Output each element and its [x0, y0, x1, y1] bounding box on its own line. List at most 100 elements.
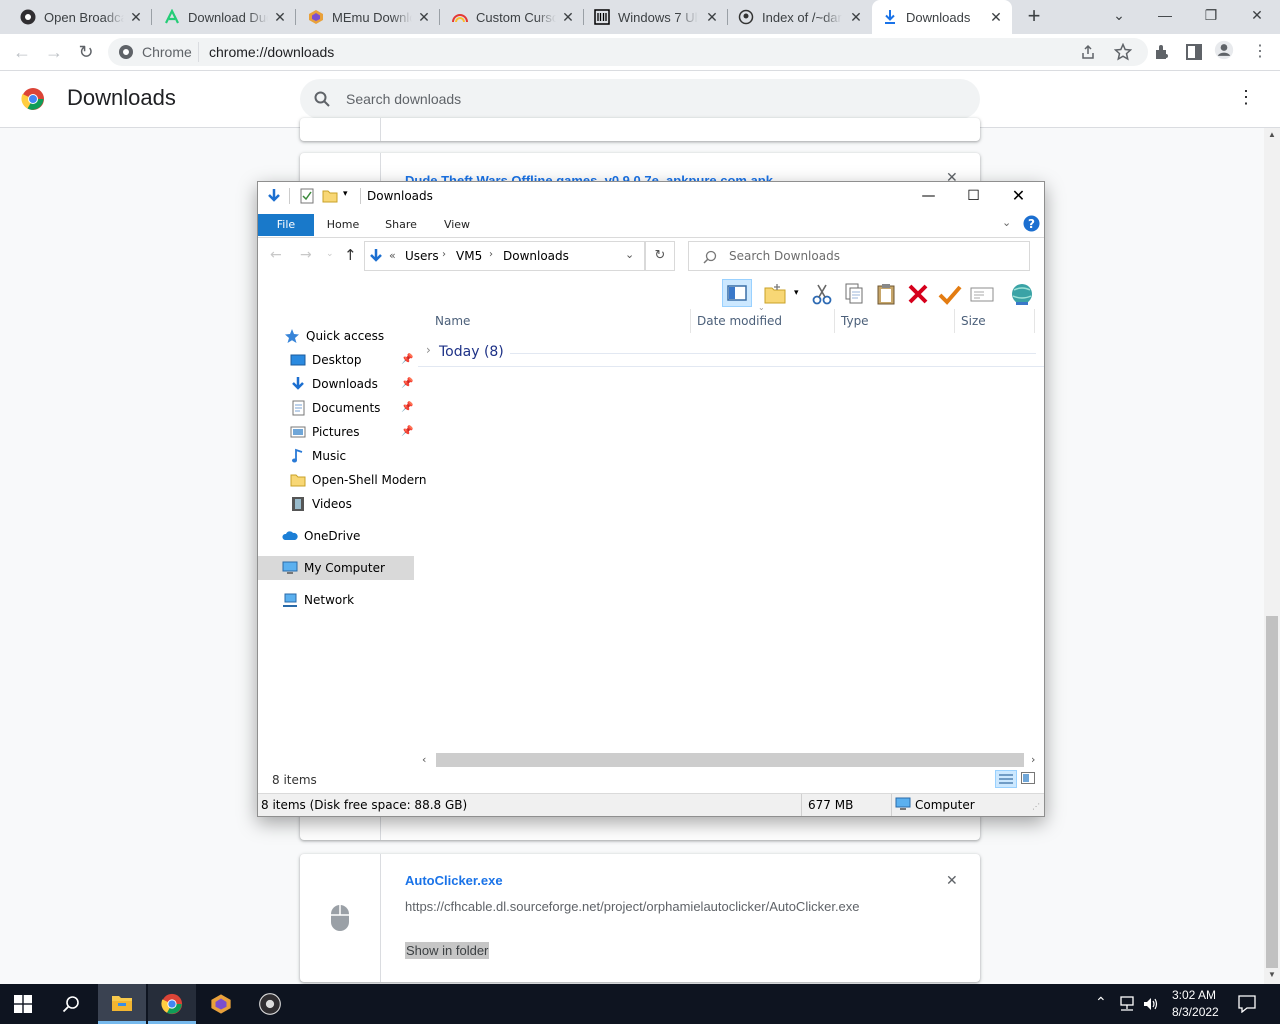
scroll-left-arrow[interactable]: ‹: [422, 753, 426, 766]
more-actions-icon[interactable]: ⋮: [1236, 87, 1256, 111]
new-folder-icon[interactable]: [763, 282, 787, 306]
clock-date[interactable]: 8/3/2022: [1172, 1005, 1219, 1019]
nav-quick-access[interactable]: Quick access: [284, 325, 384, 347]
large-icons-view-icon[interactable]: [1021, 772, 1035, 784]
address-bar[interactable]: « Users › VM5 › Downloads ⌄: [364, 241, 645, 271]
close-tab-icon[interactable]: ✕: [988, 9, 1004, 25]
scrollbar-thumb[interactable]: [1266, 616, 1278, 968]
column-date-modified[interactable]: Date modified: [691, 309, 835, 333]
remove-icon[interactable]: ✕: [946, 872, 958, 889]
show-in-folder-link[interactable]: Show in folder: [405, 942, 490, 959]
tab-obs[interactable]: Open Broadcas ✕: [0, 0, 152, 34]
tab-search-icon[interactable]: ⌄: [1096, 0, 1142, 30]
recent-locations-icon[interactable]: ⌄: [326, 249, 334, 259]
group-expand-icon[interactable]: ›: [426, 343, 431, 357]
back-button[interactable]: ←: [10, 40, 34, 64]
close-button[interactable]: ✕: [996, 182, 1041, 210]
taskbar-chrome[interactable]: [148, 984, 196, 1024]
up-arrow-icon[interactable]: ↑: [344, 246, 357, 264]
tab-index[interactable]: Index of /~dar ✕: [728, 0, 872, 34]
breadcrumb-users[interactable]: Users: [405, 249, 439, 263]
nav-open-shell[interactable]: Open-Shell Modern: [290, 469, 427, 491]
download-arrow-icon[interactable]: [266, 188, 282, 204]
new-folder-icon[interactable]: [322, 188, 338, 204]
nav-downloads[interactable]: Downloads: [290, 373, 378, 395]
profile-avatar-icon[interactable]: [1214, 40, 1234, 60]
globe-icon[interactable]: [1010, 282, 1034, 306]
cut-icon[interactable]: [810, 282, 834, 306]
nav-onedrive[interactable]: OneDrive: [282, 525, 360, 547]
column-size[interactable]: Size: [955, 309, 1035, 333]
tab-custom-cursor[interactable]: Custom Cursor ✕: [440, 0, 584, 34]
clock-time[interactable]: 3:02 AM: [1172, 988, 1216, 1002]
extensions-icon[interactable]: [1152, 42, 1172, 62]
scroll-right-arrow[interactable]: ›: [1031, 753, 1035, 766]
tab-download[interactable]: Download Duc ✕: [152, 0, 296, 34]
nav-videos[interactable]: Videos: [290, 493, 352, 515]
minimize-button[interactable]: —: [906, 182, 951, 210]
page-scrollbar[interactable]: ▲ ▼: [1264, 128, 1280, 984]
breadcrumb-chevron-icon[interactable]: ›: [442, 249, 446, 260]
taskbar-obs[interactable]: [246, 984, 294, 1024]
close-tab-icon[interactable]: ✕: [848, 9, 864, 25]
help-icon[interactable]: ?: [1023, 215, 1040, 232]
close-window-button[interactable]: ✕: [1234, 0, 1280, 30]
search-downloads-field[interactable]: Search Downloads: [688, 241, 1030, 271]
nav-network[interactable]: Network: [282, 589, 354, 611]
new-tab-button[interactable]: +: [1022, 4, 1046, 28]
properties-card-icon[interactable]: [970, 282, 994, 306]
tab-windows7[interactable]: Windows 7 Ult ✕: [584, 0, 728, 34]
taskbar-memu[interactable]: [197, 984, 245, 1024]
forward-arrow-icon[interactable]: →: [300, 247, 312, 263]
paste-icon[interactable]: [874, 282, 898, 306]
breadcrumb-vm5[interactable]: VM5: [456, 249, 482, 263]
tab-downloads[interactable]: Downloads ✕: [872, 0, 1012, 34]
notification-center-icon[interactable]: [1238, 995, 1256, 1013]
breadcrumb-chevron-icon[interactable]: ›: [489, 249, 493, 260]
tab-view[interactable]: View: [434, 214, 480, 236]
breadcrumb-downloads[interactable]: Downloads: [503, 249, 569, 263]
expand-ribbon-icon[interactable]: ⌄: [1002, 216, 1011, 229]
new-folder-dropdown-icon[interactable]: ▾: [794, 288, 799, 298]
pin-icon[interactable]: 📌: [401, 426, 413, 437]
horizontal-scrollbar-thumb[interactable]: [436, 753, 1024, 767]
breadcrumb-overflow[interactable]: «: [389, 249, 396, 262]
nav-pictures[interactable]: Pictures: [290, 421, 360, 443]
download-filename-link[interactable]: AutoClicker.exe: [405, 873, 503, 888]
delete-icon[interactable]: [906, 282, 930, 306]
forward-button[interactable]: →: [42, 40, 66, 64]
side-panel-icon[interactable]: [1184, 42, 1204, 62]
nav-desktop[interactable]: Desktop: [290, 349, 362, 371]
pin-icon[interactable]: 📌: [401, 402, 413, 413]
windows-start-icon[interactable]: [14, 995, 32, 1013]
tab-share[interactable]: Share: [378, 214, 424, 236]
share-icon[interactable]: [1080, 44, 1096, 60]
maximize-button[interactable]: ☐: [951, 182, 996, 210]
nav-my-computer[interactable]: My Computer: [282, 557, 385, 579]
pin-icon[interactable]: 📌: [401, 378, 413, 389]
refresh-button[interactable]: ↻: [645, 241, 675, 271]
restore-button[interactable]: ❐: [1188, 0, 1234, 30]
bookmark-star-icon[interactable]: [1114, 43, 1132, 61]
close-tab-icon[interactable]: ✕: [560, 9, 576, 25]
show-hidden-icons-icon[interactable]: ⌃: [1095, 994, 1107, 1011]
pin-icon[interactable]: 📌: [401, 354, 413, 365]
resize-grip-icon[interactable]: ⋰: [1032, 802, 1040, 811]
download-source-url[interactable]: https://cfhcable.dl.sourceforge.net/proj…: [405, 899, 860, 914]
reload-button[interactable]: ↻: [74, 40, 98, 64]
details-view-button[interactable]: [995, 770, 1017, 788]
minimize-button[interactable]: —: [1142, 0, 1188, 30]
address-bar[interactable]: Chrome chrome://downloads: [108, 38, 1148, 66]
close-tab-icon[interactable]: ✕: [272, 9, 288, 25]
search-downloads-input[interactable]: Search downloads: [300, 79, 980, 119]
nav-music[interactable]: Music: [290, 445, 346, 467]
rename-check-icon[interactable]: [938, 282, 962, 306]
close-tab-icon[interactable]: ✕: [416, 9, 432, 25]
nav-documents[interactable]: Documents: [290, 397, 380, 419]
network-status-icon[interactable]: [1118, 996, 1136, 1012]
close-tab-icon[interactable]: ✕: [704, 9, 720, 25]
tab-file[interactable]: File: [258, 214, 314, 236]
copy-icon[interactable]: [842, 282, 866, 306]
address-dropdown-icon[interactable]: ⌄: [625, 248, 634, 261]
volume-icon[interactable]: [1142, 996, 1160, 1012]
